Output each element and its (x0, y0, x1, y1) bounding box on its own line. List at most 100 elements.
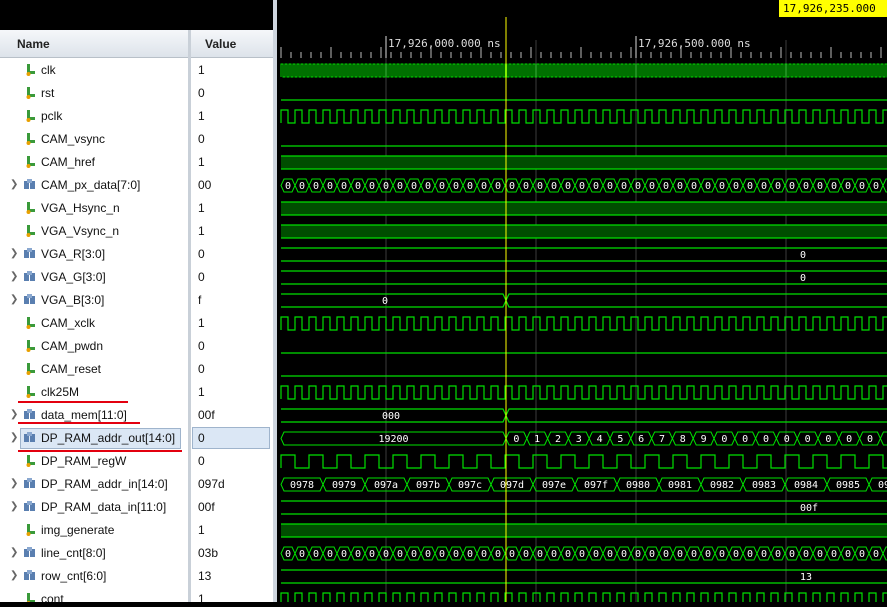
bus-value-label: 000 (382, 411, 400, 422)
signal-value: 13 (198, 569, 211, 583)
bus-value-label: 0 (285, 181, 291, 192)
signal-wave (281, 455, 887, 468)
logic-signal-icon (24, 455, 36, 467)
signal-name: line_cnt[8:0] (41, 546, 106, 560)
value-column-header[interactable]: Value (191, 30, 273, 58)
expand-chevron-icon[interactable]: ❯ (10, 432, 18, 443)
bus-wave (281, 248, 887, 261)
bus-value-label: 0 (789, 549, 795, 560)
expand-chevron-icon[interactable]: ❯ (10, 248, 18, 259)
signal-row[interactable]: CAM_xclk1 (0, 312, 273, 335)
bus-value-label: 0 (355, 549, 361, 560)
bus-value-label: 0 (803, 181, 809, 192)
signal-row[interactable]: ❯VGA_G[3:0]0 (0, 266, 273, 289)
bus-value-label: 0 (425, 181, 431, 192)
bus-value-label: 2 (555, 434, 561, 445)
bus-value-label: 0 (299, 181, 305, 192)
bus-value-label: 0 (763, 434, 769, 445)
time-marker-label: 17,926,500.000 ns (638, 37, 751, 50)
bus-signal-icon (24, 501, 36, 513)
bus-value-label: 6 (638, 434, 644, 445)
signal-row[interactable]: rst0 (0, 82, 273, 105)
bus-value-label: 0 (299, 549, 305, 560)
bus-value-label: 0 (425, 549, 431, 560)
signal-row[interactable]: clk1 (0, 59, 273, 82)
bus-value-label: 0 (800, 250, 806, 261)
bus-value-label: 0 (607, 181, 613, 192)
signal-value: 0 (198, 431, 205, 445)
signal-row[interactable]: ❯DP_RAM_addr_in[14:0]097d (0, 473, 273, 496)
bus-wave (281, 501, 887, 514)
bus-value-label: 0 (593, 181, 599, 192)
bus-wave (281, 409, 887, 422)
expand-chevron-icon[interactable]: ❯ (10, 409, 18, 420)
expand-chevron-icon[interactable]: ❯ (10, 271, 18, 282)
signal-name: DP_RAM_addr_out[14:0] (41, 431, 175, 445)
signal-row[interactable]: pclk1 (0, 105, 273, 128)
bus-value-label: 0 (784, 434, 790, 445)
signal-name: pclk (41, 109, 62, 123)
bus-value-label: 0 (313, 181, 319, 192)
bus-value-label: 0 (761, 549, 767, 560)
bus-value-label: 0 (747, 181, 753, 192)
signal-row[interactable]: ❯ CAM_px_data[7:0] 00 (0, 174, 273, 197)
bus-value-label: 0 (845, 181, 851, 192)
signal-name: row_cnt[6:0] (41, 569, 106, 583)
signal-row[interactable]: ❯VGA_B[3:0]f (0, 289, 273, 312)
name-column-header[interactable]: Name (0, 30, 188, 58)
signal-row[interactable]: VGA_Hsync_n1 (0, 197, 273, 220)
bus-value-label: 0982 (710, 480, 734, 491)
bus-value-label: 8 (680, 434, 686, 445)
signal-value: 1 (198, 385, 205, 399)
signal-row[interactable]: cont1 (0, 588, 273, 602)
signal-row[interactable]: ❯VGA_R[3:0]0 (0, 243, 273, 266)
bus-value-label: 1 (534, 434, 540, 445)
bus-value-label: 0 (383, 549, 389, 560)
signal-name: clk (41, 63, 56, 77)
waveform-canvas[interactable]: 17,926,000.000 ns17,926,500.000 ns000000… (277, 0, 887, 602)
signal-name: CAM_px_data[7:0] (41, 178, 140, 192)
bus-value-label: 0 (565, 181, 571, 192)
signal-value: 0 (198, 270, 205, 284)
signal-name: cont (41, 592, 64, 602)
signal-value: 00f (198, 408, 215, 422)
signal-row[interactable]: CAM_vsync0 (0, 128, 273, 151)
bus-value-label: 0 (411, 549, 417, 560)
bus-value-label: 0 (635, 549, 641, 560)
bus-value-label: 5 (617, 434, 623, 445)
bus-value-label: 0 (867, 434, 873, 445)
bus-value-label: 0 (846, 434, 852, 445)
expand-chevron-icon[interactable]: ❯ (10, 179, 18, 190)
bus-value-label: 0 (825, 434, 831, 445)
signal-name: DP_RAM_regW (41, 454, 126, 468)
signal-name: CAM_xclk (41, 316, 95, 330)
signal-row[interactable]: VGA_Vsync_n1 (0, 220, 273, 243)
signal-name: VGA_R[3:0] (41, 247, 105, 261)
signal-row[interactable]: DP_RAM_regW0 (0, 450, 273, 473)
bus-signal-icon (24, 570, 36, 582)
bus-value-label: 0 (341, 181, 347, 192)
expand-chevron-icon[interactable]: ❯ (10, 570, 18, 581)
expand-chevron-icon[interactable]: ❯ (10, 478, 18, 489)
waveform-viewer[interactable]: 17,926,000.000 ns17,926,500.000 ns000000… (277, 0, 887, 602)
expand-chevron-icon[interactable]: ❯ (10, 547, 18, 558)
bus-value-label: 0 (747, 549, 753, 560)
signal-value: 00 (198, 178, 211, 192)
signal-list-panel: Name Value clk1rst0pclk1CAM_vsync0CAM_hr… (0, 0, 277, 602)
signal-row[interactable]: ❯line_cnt[8:0]03b (0, 542, 273, 565)
expand-chevron-icon[interactable]: ❯ (10, 294, 18, 305)
bus-value-label: 0 (691, 549, 697, 560)
bus-value-label: 19200 (378, 434, 408, 445)
signal-row[interactable]: CAM_href1 (0, 151, 273, 174)
bus-value-label: 0 (467, 549, 473, 560)
signal-row[interactable]: ❯DP_RAM_data_in[11:0]00f (0, 496, 273, 519)
bus-value-label: 0 (677, 181, 683, 192)
signal-value: 0 (198, 132, 205, 146)
signal-row[interactable]: img_generate1 (0, 519, 273, 542)
expand-chevron-icon[interactable]: ❯ (10, 501, 18, 512)
signal-row[interactable]: CAM_pwdn0 (0, 335, 273, 358)
signal-row[interactable]: ❯ row_cnt[6:0] 13 (0, 565, 273, 588)
signal-row[interactable]: CAM_reset0 (0, 358, 273, 381)
signal-row[interactable]: ❯ DP_RAM_addr_out[14:0] 0 (0, 427, 273, 450)
signal-name: img_generate (41, 523, 114, 537)
